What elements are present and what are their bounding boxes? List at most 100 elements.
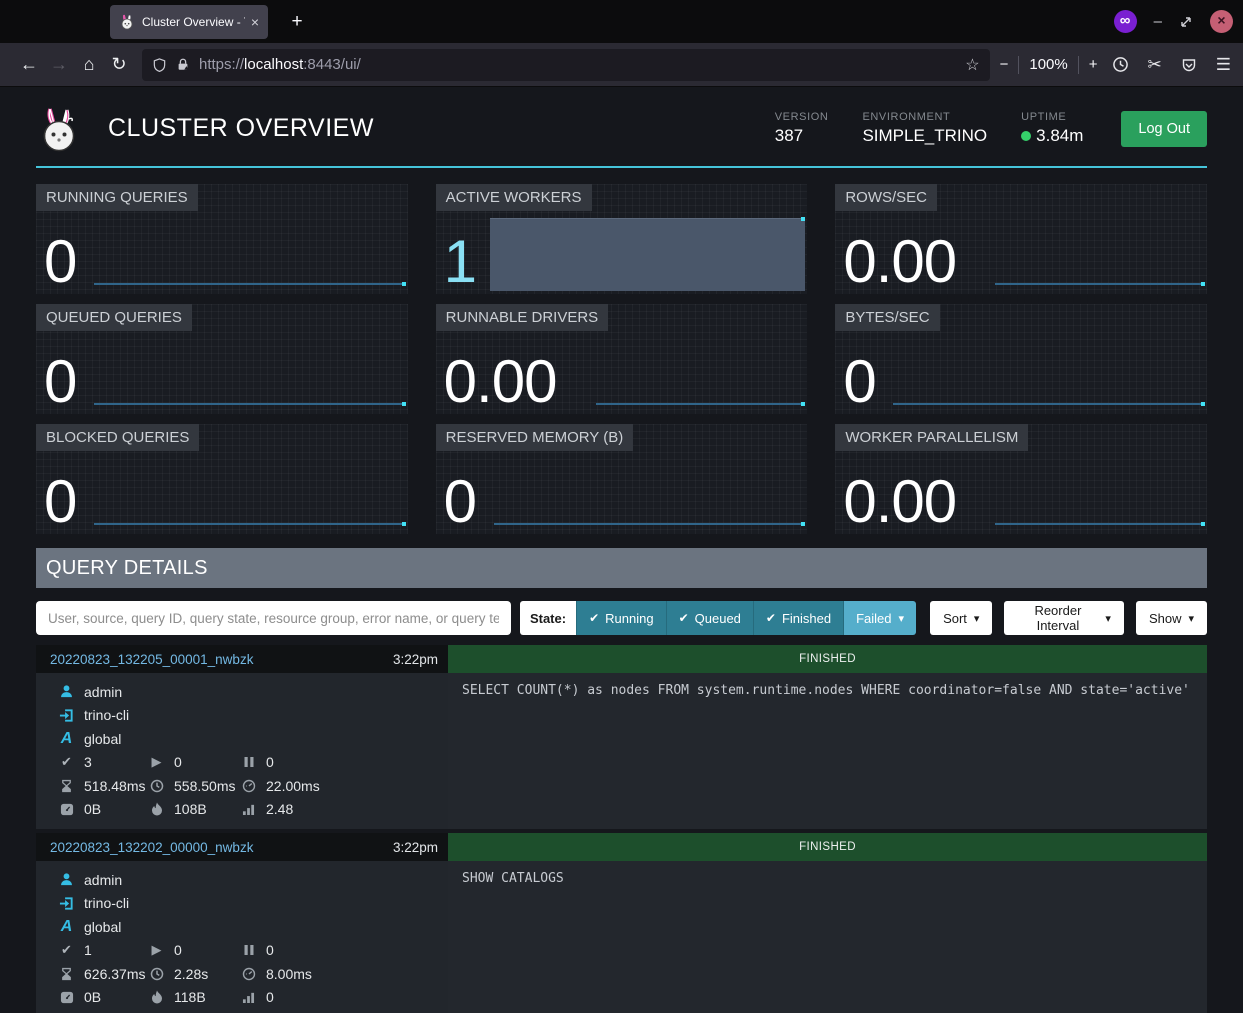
history-clock-icon[interactable] [1112,56,1129,73]
uptime-block: UPTIME 3.84m [1021,111,1083,146]
running-splits-icon: ▶ [148,754,165,770]
sparkline [94,523,406,525]
wall-time: 626.37ms [84,966,145,982]
zoom-in-button[interactable]: + [1089,56,1098,73]
query-user: admin [84,872,122,888]
query-source: trino-cli [84,707,129,723]
show-dropdown[interactable]: Show ▾ [1136,601,1207,635]
screenshot-scissors-icon[interactable]: ✂ [1148,55,1162,75]
version-value: 387 [775,126,829,146]
chevron-down-icon: ▾ [974,612,980,625]
stat-running-queries: RUNNING QUERIES 0 [36,184,408,294]
parallelism-chart-icon [240,991,257,1003]
sparkline [94,283,406,285]
cumulative-memory: 108B [174,801,207,817]
sparkline [893,403,1205,405]
sort-dropdown[interactable]: Sort ▾ [930,601,992,635]
lock-icon[interactable] [176,57,190,72]
chevron-down-icon: ▾ [1188,612,1194,625]
sparkline-area [490,218,806,291]
cumulative-memory-flame-icon [148,802,165,816]
query-row: 20220823_132202_00000_nwbzk 3:22pm FINIS… [36,833,1207,1013]
query-time: 3:22pm [393,840,438,855]
completed-splits-icon: ✔ [58,754,75,770]
url-text[interactable]: https://localhost:8443/ui/ [199,56,361,73]
version-block: VERSION 387 [775,111,829,146]
filter-finished-button[interactable]: ✔ Finished [753,601,843,635]
stat-worker-parallelism: WORKER PARALLELISM 0.00 [835,424,1207,534]
forward-icon[interactable]: → [44,50,74,80]
trino-cluster-overview-page: CLUSTER OVERVIEW VERSION 387 ENVIRONMENT… [0,87,1243,1013]
query-resource-group: global [84,731,121,747]
private-browsing-icon: ∞ [1114,10,1137,33]
query-id-link[interactable]: 20220823_132205_00001_nwbzk [50,652,253,667]
sparkline [494,523,806,525]
running-splits: 0 [174,754,182,770]
chevron-down-icon: ▾ [1105,612,1111,625]
source-login-icon [58,708,75,723]
uptime-status-dot [1021,131,1031,141]
check-icon: ✔ [766,611,776,625]
sparkline [995,523,1205,525]
stat-rows-sec: ROWS/SEC 0.00 [835,184,1207,294]
cpu-time: 558.50ms [174,778,235,794]
filter-running-button[interactable]: ✔ Running [576,601,666,635]
execution-time-gauge-icon [240,967,257,981]
logout-button[interactable]: Log Out [1121,111,1207,147]
tab-close-icon[interactable]: × [251,14,259,30]
window-restore-button[interactable] [1179,15,1193,29]
zoom-out-button[interactable]: − [1000,56,1009,73]
home-icon[interactable]: ⌂ [74,50,104,80]
query-filter-row: State: ✔ Running ✔ Queued ✔ Finished Fai… [36,601,1207,635]
cluster-stats-grid: RUNNING QUERIES 0 ACTIVE WORKERS 1 ROWS/… [36,184,1207,534]
current-memory-scale-icon [58,991,75,1004]
running-splits: 0 [174,942,182,958]
trino-logo [36,105,82,153]
execution-time-gauge-icon [240,779,257,793]
shield-icon[interactable] [152,57,167,73]
trino-favicon [119,14,135,30]
stat-blocked-queries: BLOCKED QUERIES 0 [36,424,408,534]
sparkline [995,283,1205,285]
url-bar[interactable]: https://localhost:8443/ui/ ☆ [142,49,990,81]
pocket-shield-icon[interactable] [1181,57,1197,73]
query-source: trino-cli [84,895,129,911]
zoom-level[interactable]: 100% [1029,56,1067,73]
query-row: 20220823_132205_00001_nwbzk 3:22pm FINIS… [36,645,1207,829]
reorder-interval-dropdown[interactable]: Reorder Interval ▾ [1004,601,1124,635]
running-splits-icon: ▶ [148,942,165,958]
chevron-down-icon: ▾ [899,612,905,625]
stat-runnable-drivers: RUNNABLE DRIVERS 0.00 [436,304,808,414]
query-text: SHOW CATALOGS [448,861,1207,1013]
window-close-button[interactable]: × [1210,10,1233,33]
uptime-value: 3.84m [1036,126,1083,145]
browser-tab[interactable]: Cluster Overview - Trino × [110,5,268,39]
sparkline [94,403,406,405]
completed-splits: 1 [84,942,92,958]
bookmark-star-icon[interactable]: ☆ [965,55,979,75]
back-icon[interactable]: ← [14,50,44,80]
cpu-time-clock-icon [148,779,165,793]
current-memory: 0B [84,801,101,817]
queued-splits-pause-icon [240,944,257,956]
wall-time-hourglass-icon [58,967,75,981]
reload-icon[interactable]: ↻ [104,50,134,80]
completed-splits-icon: ✔ [58,942,75,958]
menu-hamburger-icon[interactable]: ☰ [1216,55,1231,75]
query-id-link[interactable]: 20220823_132202_00000_nwbzk [50,840,253,855]
check-icon: ✔ [589,611,599,625]
check-icon: ✔ [679,611,689,625]
query-search-input[interactable] [36,601,511,635]
window-minimize-button[interactable]: – [1154,13,1162,30]
new-tab-button[interactable]: + [284,9,310,35]
wall-time-hourglass-icon [58,779,75,793]
stat-bytes-sec: BYTES/SEC 0 [835,304,1207,414]
filter-failed-dropdown[interactable]: Failed ▾ [843,601,916,635]
filter-queued-button[interactable]: ✔ Queued [666,601,753,635]
tab-title: Cluster Overview - Trino [142,15,245,29]
stat-queued-queries: QUEUED QUERIES 0 [36,304,408,414]
page-title: CLUSTER OVERVIEW [108,114,374,143]
query-text: SELECT COUNT(*) as nodes FROM system.run… [448,673,1207,829]
user-icon [58,872,75,887]
queued-splits: 0 [266,754,274,770]
